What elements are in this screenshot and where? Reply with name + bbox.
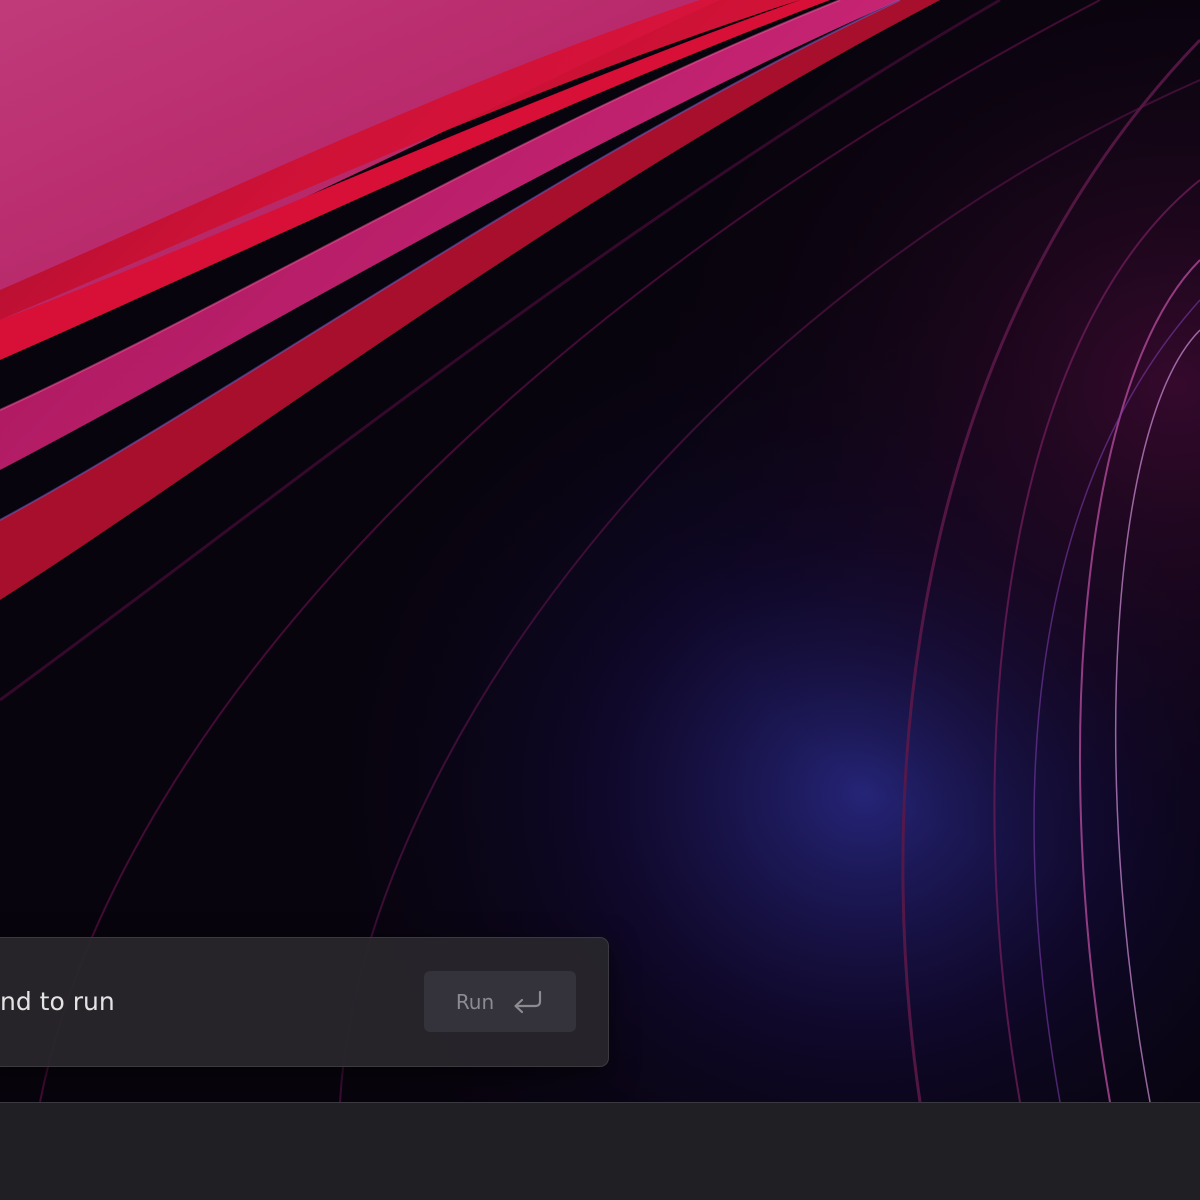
enter-return-icon [514,990,542,1013]
command-input[interactable]: mmand to run [0,980,381,1024]
desktop: mmand to run Run [0,0,1200,1200]
run-button[interactable]: Run [424,971,576,1032]
taskbar [0,1102,1200,1200]
run-button-label: Run [455,989,495,1014]
run-dialog: mmand to run Run [0,937,609,1067]
command-input-text: mmand to run [0,987,115,1016]
